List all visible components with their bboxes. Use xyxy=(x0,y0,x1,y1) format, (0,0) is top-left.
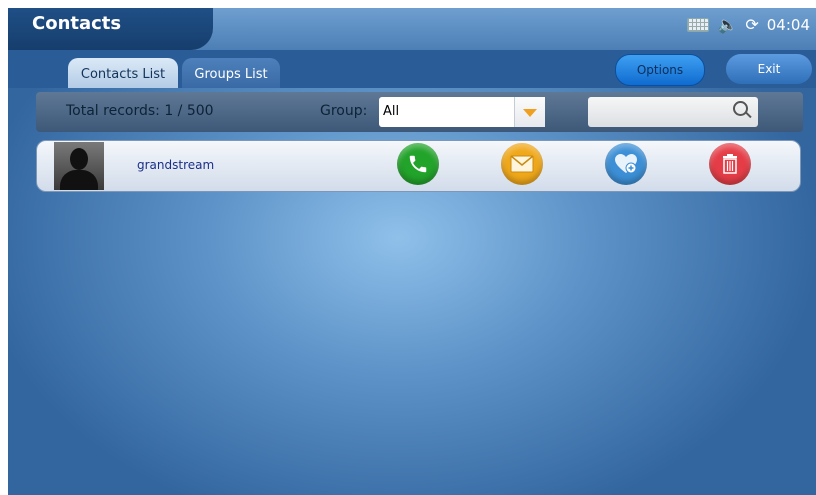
tab-groups-list[interactable]: Groups List xyxy=(182,58,280,88)
heart-plus-icon xyxy=(615,154,637,174)
trash-icon xyxy=(723,154,737,174)
call-button[interactable] xyxy=(397,143,439,185)
app-title: Contacts xyxy=(32,13,122,34)
tab-strip: Contacts List Groups List Options Exit xyxy=(8,50,816,88)
delete-button[interactable] xyxy=(709,143,751,185)
title-tab: Contacts xyxy=(8,8,213,50)
contact-name[interactable]: grandstream xyxy=(137,158,214,172)
group-select[interactable]: All xyxy=(379,97,545,127)
options-button[interactable]: Options xyxy=(615,54,705,86)
group-label: Group: xyxy=(320,103,368,119)
total-records: Total records: 1 / 500 xyxy=(66,103,214,119)
envelope-icon xyxy=(510,155,534,173)
contact-row[interactable]: grandstream xyxy=(36,140,801,192)
search-input[interactable] xyxy=(588,97,758,127)
avatar-body xyxy=(60,170,98,190)
add-favorite-button[interactable] xyxy=(605,143,647,185)
avatar xyxy=(54,142,104,190)
top-bar: Contacts 🔈 ⟳ 04:04 xyxy=(8,8,816,50)
message-button[interactable] xyxy=(501,143,543,185)
volume-icon[interactable]: 🔈 xyxy=(717,17,737,33)
clock: 04:04 xyxy=(766,16,810,34)
chevron-down-icon[interactable] xyxy=(514,97,545,127)
tab-contacts-list[interactable]: Contacts List xyxy=(68,58,178,88)
filter-bar: Total records: 1 / 500 Group: All xyxy=(36,92,803,132)
sync-icon: ⟳ xyxy=(745,15,759,34)
group-value: All xyxy=(383,104,400,119)
status-area: 🔈 ⟳ 04:04 xyxy=(687,12,816,38)
search-icon[interactable] xyxy=(733,101,748,116)
keyboard-icon[interactable] xyxy=(687,18,710,32)
phone-icon xyxy=(409,155,427,173)
avatar-head xyxy=(70,148,88,170)
exit-button[interactable]: Exit xyxy=(726,54,812,84)
screen: Contacts 🔈 ⟳ 04:04 Contacts List Groups … xyxy=(8,8,816,495)
